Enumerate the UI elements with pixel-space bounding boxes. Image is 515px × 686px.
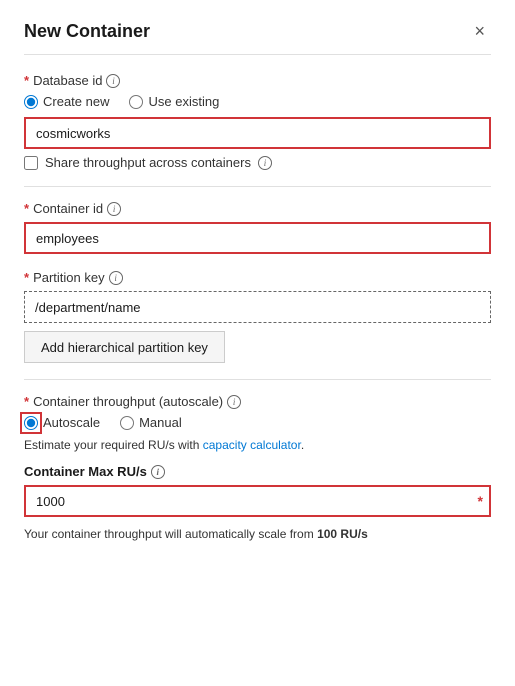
database-id-info-icon[interactable]: i <box>106 74 120 88</box>
database-id-section: * Database id i Create new Use existing … <box>24 73 491 170</box>
estimate-text: Estimate your required RU/s with capacit… <box>24 438 491 452</box>
share-throughput-checkbox[interactable] <box>24 156 38 170</box>
throughput-radio-group: Autoscale Manual <box>24 415 491 430</box>
required-star-4: * <box>24 394 29 409</box>
max-ru-section: Container Max RU/s i * Your container th… <box>24 464 491 543</box>
manual-radio-label[interactable]: Manual <box>120 415 182 430</box>
database-id-input[interactable] <box>24 117 491 149</box>
partition-key-input[interactable] <box>24 291 491 323</box>
autoscale-radio-label[interactable]: Autoscale <box>24 415 100 430</box>
divider-1 <box>24 186 491 187</box>
container-id-section: * Container id i <box>24 201 491 254</box>
container-id-label: * Container id i <box>24 201 491 216</box>
close-button[interactable]: × <box>468 20 491 42</box>
divider-2 <box>24 379 491 380</box>
required-star: * <box>24 73 29 88</box>
required-star-2: * <box>24 201 29 216</box>
container-throughput-section: * Container throughput (autoscale) i Aut… <box>24 394 491 452</box>
dialog-title: New Container <box>24 21 150 42</box>
manual-radio[interactable] <box>120 416 134 430</box>
share-throughput-row: Share throughput across containers i <box>24 155 491 170</box>
max-ru-info-icon[interactable]: i <box>151 465 165 479</box>
max-ru-label: Container Max RU/s i <box>24 464 491 479</box>
max-ru-required-indicator: * <box>478 493 483 509</box>
max-ru-input[interactable] <box>24 485 491 517</box>
max-ru-input-wrapper: * <box>24 485 491 517</box>
share-throughput-info-icon[interactable]: i <box>258 156 272 170</box>
add-hierarchical-partition-btn[interactable]: Add hierarchical partition key <box>24 331 225 363</box>
database-id-label: * Database id i <box>24 73 491 88</box>
autoscale-note: Your container throughput will automatic… <box>24 525 491 543</box>
partition-key-info-icon[interactable]: i <box>109 271 123 285</box>
container-id-info-icon[interactable]: i <box>107 202 121 216</box>
database-radio-group: Create new Use existing <box>24 94 491 109</box>
create-new-radio-label[interactable]: Create new <box>24 94 109 109</box>
dialog-header: New Container × <box>24 20 491 55</box>
container-id-input[interactable] <box>24 222 491 254</box>
throughput-info-icon[interactable]: i <box>227 395 241 409</box>
new-container-dialog: New Container × * Database id i Create n… <box>0 0 515 686</box>
partition-key-label: * Partition key i <box>24 270 491 285</box>
throughput-label: * Container throughput (autoscale) i <box>24 394 491 409</box>
partition-key-section: * Partition key i Add hierarchical parti… <box>24 270 491 363</box>
required-star-3: * <box>24 270 29 285</box>
use-existing-radio[interactable] <box>129 95 143 109</box>
capacity-calculator-link[interactable]: capacity calculator <box>203 438 301 452</box>
autoscale-radio[interactable] <box>24 416 38 430</box>
create-new-radio[interactable] <box>24 95 38 109</box>
use-existing-radio-label[interactable]: Use existing <box>129 94 219 109</box>
